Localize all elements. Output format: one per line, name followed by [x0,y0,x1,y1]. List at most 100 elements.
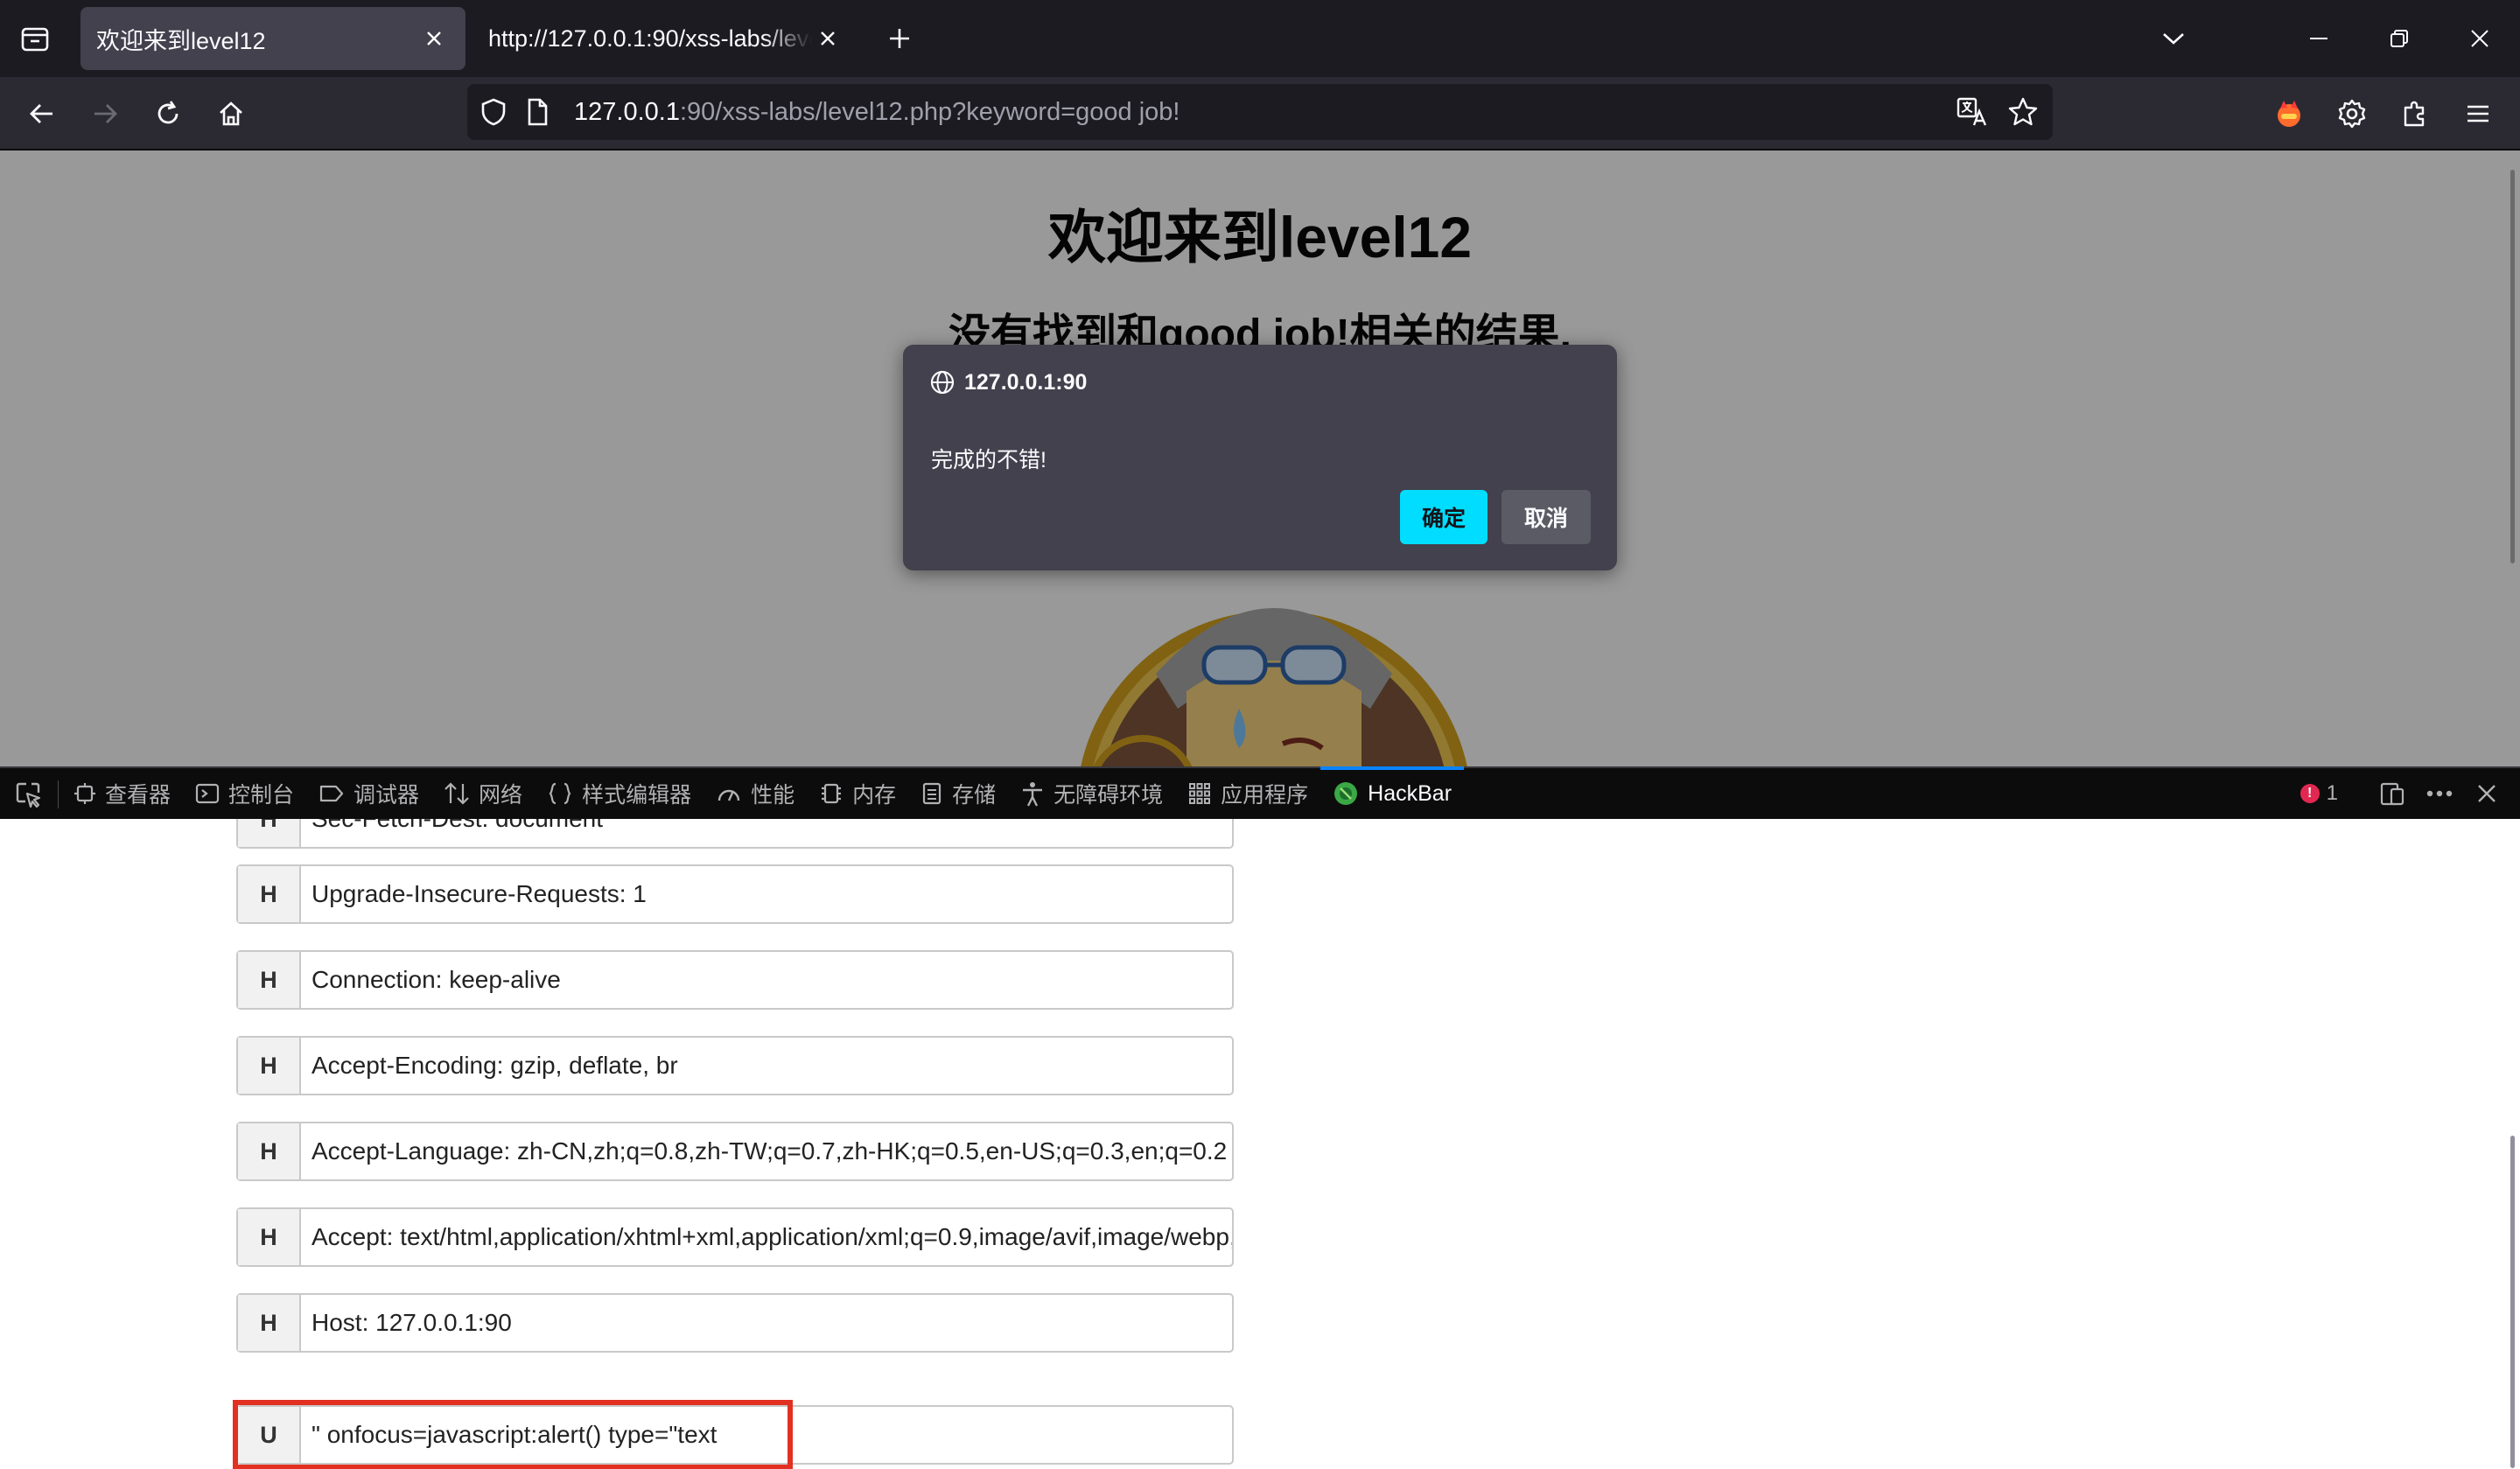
error-count-badge[interactable]: ! 1 [2300,781,2338,806]
back-button[interactable] [19,91,65,136]
tab-performance[interactable]: 性能 [704,768,807,819]
row-type-label: H [238,819,301,847]
responsive-mode-icon [2380,782,2404,806]
tab-label: HackBar [1368,780,1452,806]
devtools-right-controls: ! 1 [2300,768,2508,819]
header-row: H Accept-Encoding: gzip, deflate, br [236,1036,1234,1095]
highlight-box [233,1400,793,1469]
header-row: H Host: 127.0.0.1:90 [236,1293,1234,1353]
element-picker-button[interactable] [10,779,46,810]
close-icon [2478,785,2496,802]
tab-storage[interactable]: 存储 [908,768,1008,819]
minimize-icon [2310,38,2328,39]
header-value-input[interactable]: Host: 127.0.0.1:90 [301,1295,1232,1351]
tab-url[interactable]: http://127.0.0.1:90/xss-labs/level12.php… [472,7,859,70]
gear-icon [2338,99,2366,129]
close-window-button[interactable] [2440,12,2520,65]
performance-icon [716,781,742,806]
tab-label: 查看器 [105,783,172,808]
style-editor-icon [547,781,573,806]
restore-button[interactable] [2359,12,2440,65]
ok-button[interactable]: 确定 [1400,490,1488,544]
page-info-icon[interactable] [522,96,553,128]
dialog-header: 127.0.0.1:90 [929,369,1087,395]
header-row: H Accept-Language: zh-CN,zh;q=0.8,zh-TW;… [236,1122,1234,1181]
arrow-left-icon [30,104,52,123]
panel-scrollbar[interactable] [2510,1136,2515,1468]
extension-fox-icon [2278,101,2300,127]
restore-icon [2390,30,2408,47]
header-value-input[interactable]: Accept-Language: zh-CN,zh;q=0.8,zh-TW;q=… [301,1123,1232,1179]
header-value-input[interactable]: Accept-Encoding: gzip, deflate, br [301,1038,1232,1094]
cancel-button[interactable]: 取消 [1502,490,1591,544]
close-devtools-button[interactable] [2466,773,2508,815]
tab-network[interactable]: 网络 [431,768,535,819]
extension-button[interactable] [2266,91,2312,136]
tab-label: 应用程序 [1221,783,1309,808]
tab-close-button[interactable] [812,23,844,54]
devtools-options-button[interactable] [2418,773,2460,815]
firefox-view-button[interactable] [16,21,54,56]
new-tab-button[interactable] [882,21,917,56]
tab-console[interactable]: 控制台 [183,768,306,819]
tab-hackbar[interactable]: HackBar [1320,766,1464,819]
row-type-label: H [238,1123,301,1179]
row-type-label: H [238,1209,301,1265]
network-icon [444,781,470,806]
tab-label: 网络 [479,783,523,808]
app-menu-button[interactable] [2455,91,2501,136]
header-value-input[interactable]: Upgrade-Insecure-Requests: 1 [301,866,1232,922]
close-icon [821,31,835,45]
close-icon [2471,30,2488,47]
url-path: :90/xss-labs/level12.php?keyword=good jo… [679,98,1180,126]
bookmark-star-icon[interactable] [2007,96,2039,128]
navigation-toolbar: 127.0.0.1:90/xss-labs/level12.php?keywor… [0,77,2520,150]
alert-dialog: 127.0.0.1:90 完成的不错! 确定 取消 [903,345,1617,570]
console-icon [195,782,220,805]
tab-label: 调试器 [354,783,420,808]
list-all-tabs-button[interactable] [2154,21,2193,56]
tab-close-button[interactable] [418,23,450,54]
arrow-right-icon [94,104,117,123]
url-text[interactable]: 127.0.0.1:90/xss-labs/level12.php?keywor… [574,84,1180,140]
header-value-input[interactable]: Sec-Fetch-Dest: document [301,819,1232,847]
more-options-icon [2426,790,2453,797]
tab-application[interactable]: 应用程序 [1175,768,1320,819]
forward-button[interactable] [82,91,128,136]
dialog-message: 完成的不错! [931,448,1046,472]
dialog-origin: 127.0.0.1:90 [964,369,1088,395]
tab-memory[interactable]: 内存 [807,768,908,819]
hamburger-menu-icon [2468,105,2488,122]
debugger-icon [318,782,345,805]
devtools-toolbar: 查看器 控制台 调试器 网络 样式编辑器 性能 内存 存储 无障碍环境 应用程序… [0,766,2520,819]
tab-style-editor[interactable]: 样式编辑器 [535,768,704,819]
page-content: 欢迎来到level12 没有找到和good job!相关的结果. 12 127.… [0,150,2520,766]
header-value-input[interactable]: Accept: text/html,application/xhtml+xml,… [301,1209,1232,1265]
page-scrollbar[interactable] [2510,170,2515,563]
home-button[interactable] [208,91,254,136]
address-bar[interactable]: 127.0.0.1:90/xss-labs/level12.php?keywor… [467,84,2053,140]
tab-level12[interactable]: 欢迎来到level12 [80,7,466,70]
tab-label: 存储 [952,783,997,808]
tab-label: 性能 [751,783,795,808]
header-row: H Upgrade-Insecure-Requests: 1 [236,864,1234,924]
minimize-button[interactable] [2278,12,2359,65]
row-type-label: H [238,952,301,1008]
settings-button[interactable] [2329,91,2375,136]
tab-inspector[interactable]: 查看器 [61,768,183,819]
accessibility-icon [1020,780,1045,807]
header-row: H Sec-Fetch-Dest: document [236,819,1234,849]
close-icon [427,31,441,45]
tracking-protection-shield-icon[interactable] [478,96,509,128]
translate-icon[interactable] [1956,96,1988,128]
tab-accessibility[interactable]: 无障碍环境 [1008,768,1175,819]
tab-debugger[interactable]: 调试器 [306,768,431,819]
hackbar-icon [1333,780,1359,807]
header-row: H Accept: text/html,application/xhtml+xm… [236,1207,1234,1267]
memory-icon [819,781,844,806]
extensions-button[interactable] [2392,91,2438,136]
reload-button[interactable] [145,91,191,136]
header-value-input[interactable]: Connection: keep-alive [301,952,1232,1008]
hackbar-panel: H Sec-Fetch-Dest: document H Upgrade-Ins… [0,819,2520,1469]
responsive-design-mode-button[interactable] [2371,773,2413,815]
